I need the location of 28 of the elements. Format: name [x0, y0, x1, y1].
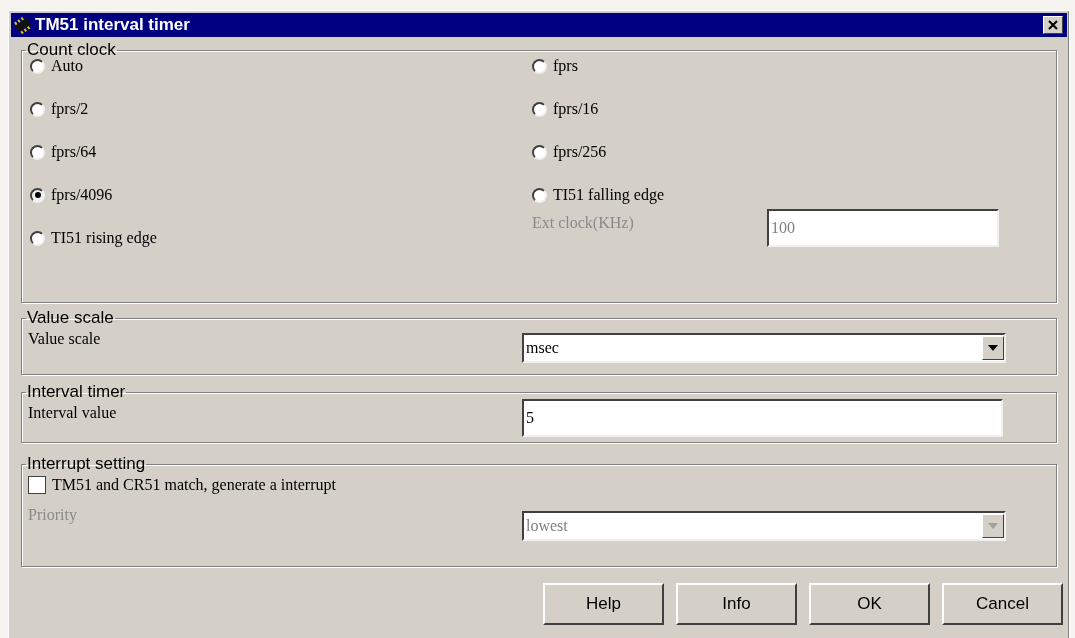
radio-button[interactable]: fprs/64 — [30, 141, 97, 163]
close-button[interactable] — [1043, 16, 1063, 34]
input-field[interactable]: 5 — [522, 399, 1003, 437]
radio-button[interactable]: TI51 falling edge — [532, 184, 665, 206]
dialog-button[interactable]: Help — [543, 583, 664, 625]
dialog-button[interactable]: OK — [809, 583, 930, 625]
radio-button[interactable]: fprs — [532, 55, 578, 77]
group-title: Value scale — [26, 309, 115, 327]
radio-button[interactable]: fprs/256 — [532, 141, 607, 163]
field-label: Value scale — [28, 329, 102, 349]
radio-button[interactable]: fprs/2 — [30, 98, 89, 120]
field-label: Ext clock(KHz) — [532, 213, 635, 234]
radio-button[interactable]: TI51 rising edge — [30, 227, 157, 249]
dialog-button[interactable]: Cancel — [942, 583, 1063, 625]
close-icon — [1048, 20, 1058, 30]
field-label: Priority — [28, 505, 78, 526]
radio-button[interactable]: fprs/4096 — [30, 184, 113, 206]
radio-button[interactable]: fprs/16 — [532, 98, 599, 120]
window-title: TM51 interval timer — [35, 14, 191, 37]
group-title: Interrupt setting — [26, 455, 147, 473]
chip-icon — [13, 15, 33, 35]
field-label: Interval value — [28, 403, 118, 423]
dropdown[interactable]: msec — [522, 333, 1006, 363]
dropdown-arrow-icon — [988, 523, 998, 529]
checkbox[interactable]: TM51 and CR51 match, generate a interrupt — [28, 473, 336, 497]
dropdown-arrow-icon — [988, 345, 998, 351]
dialog-button[interactable]: Info — [676, 583, 797, 625]
group-title: Interval timer — [26, 383, 127, 401]
